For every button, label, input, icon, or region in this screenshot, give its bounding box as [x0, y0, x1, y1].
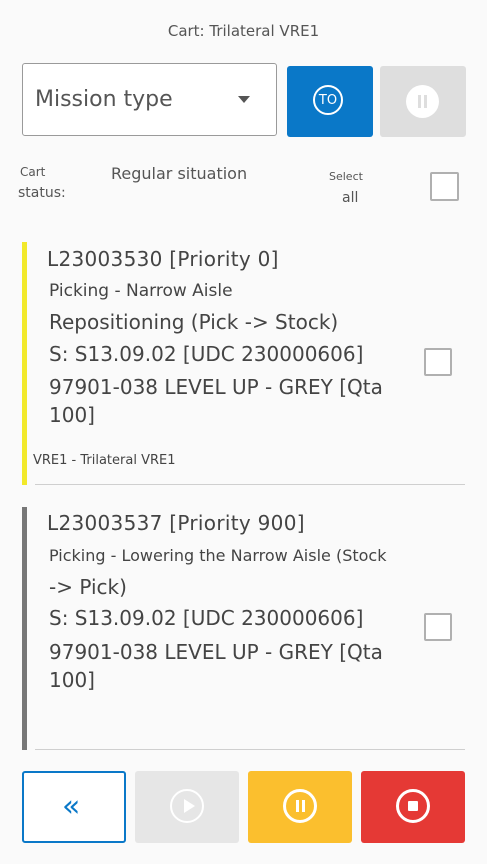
start-button[interactable]: [135, 771, 239, 843]
stop-button[interactable]: [361, 771, 465, 843]
caret-down-icon: [238, 96, 250, 103]
mission-type: Picking - Narrow Aisle: [49, 281, 233, 301]
mission-title: L23003530 [Priority 0]: [47, 247, 279, 271]
mission-priority-bar: [22, 242, 27, 485]
select-all-label-1: Select: [329, 170, 363, 183]
play-circle-icon: [170, 789, 204, 823]
cart-status-label-2: status:: [18, 185, 66, 201]
mission-item-line2: 100]: [49, 668, 95, 692]
mission-item-line1: 97901-038 LEVEL UP - GREY [Qta: [49, 375, 383, 399]
mission-type-dropdown[interactable]: Mission type: [22, 63, 277, 136]
chevron-double-left-icon: «: [62, 789, 81, 824]
to-circle-icon: TO: [313, 85, 343, 115]
stop-circle-icon: [396, 789, 430, 823]
cart-title: Cart: Trilateral VRE1: [167, 22, 320, 40]
mission-item-line1: 97901-038 LEVEL UP - GREY [Qta: [49, 640, 383, 664]
mission-source: S: S13.09.02 [UDC 230000606]: [49, 342, 364, 366]
mission-divider: [35, 749, 465, 750]
mission-type: Picking - Lowering the Narrow Aisle (Sto…: [49, 546, 387, 565]
mission-operation: -> Pick): [49, 575, 127, 599]
mission-checkbox[interactable]: [424, 348, 452, 376]
pause-circle-icon: [283, 789, 317, 823]
pause-icon: [406, 85, 439, 118]
select-all-label-2: all: [342, 190, 359, 206]
mission-priority-bar: [22, 507, 27, 750]
mission-cart: VRE1 - Trilateral VRE1: [33, 453, 176, 468]
mission-checkbox[interactable]: [424, 613, 452, 641]
back-button[interactable]: «: [22, 771, 126, 843]
mission-divider: [35, 484, 465, 485]
mission-title: L23003537 [Priority 900]: [47, 511, 305, 535]
mission-source: S: S13.09.02 [UDC 230000606]: [49, 606, 364, 630]
mission-item-line2: 100]: [49, 403, 95, 427]
to-button[interactable]: TO: [287, 66, 373, 137]
mission-operation: Repositioning (Pick -> Stock): [49, 310, 339, 334]
pause-top-button[interactable]: [380, 66, 466, 137]
pause-button[interactable]: [248, 771, 352, 843]
mission-type-label: Mission type: [35, 87, 173, 112]
cart-status-value: Regular situation: [111, 164, 248, 183]
cart-status-label-1: Cart: [20, 165, 46, 179]
select-all-checkbox[interactable]: [430, 172, 459, 201]
